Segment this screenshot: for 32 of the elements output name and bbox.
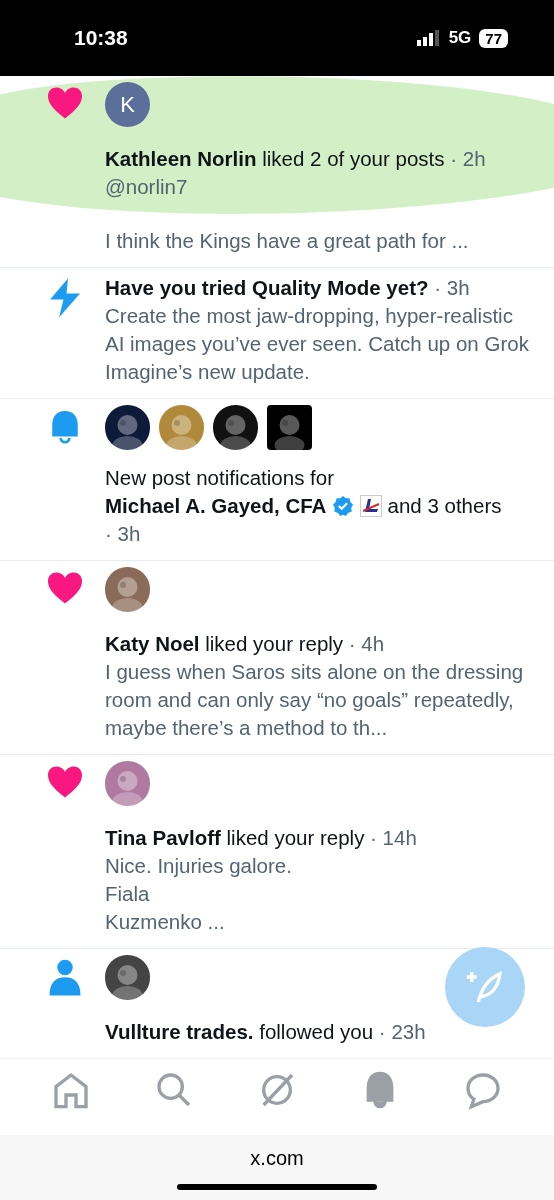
badge-icon	[359, 495, 382, 517]
url-text[interactable]: x.com	[250, 1147, 304, 1170]
timestamp: · 3h	[105, 522, 141, 545]
timestamp: · 4h	[348, 632, 385, 655]
signal-icon	[416, 30, 441, 46]
post-preview: Create the most jaw-dropping, hyper-realistic AI images you’ve ever seen. Catch up on Grok Imagine’s new update.	[105, 303, 530, 385]
notification-text: Tina Pavloff liked your reply	[105, 826, 365, 849]
timestamp: · 3h	[434, 276, 470, 299]
post-preview: Kuzmenko ...	[105, 909, 226, 935]
heart-icon	[46, 765, 84, 799]
timestamp: · 14h	[370, 826, 417, 849]
post-preview: I guess when Saros sits alone on the dressing room and can only say “no goals” repeatedly, maybe there’s a method to th...	[105, 659, 525, 741]
notification-text: Kathleen Norlin liked 2 of your posts	[105, 147, 445, 170]
user-name[interactable]: Michael A. Gayed, CFA	[105, 494, 327, 517]
post-preview: Nice. Injuries galore.	[105, 853, 293, 879]
clock: 10:38	[74, 26, 128, 50]
notification-text: Vullture trades. followed you	[105, 1020, 374, 1043]
post-preview: Fiala	[105, 881, 151, 907]
person-icon	[48, 959, 82, 997]
post-preview: I think the Kings have a great path for ...	[105, 228, 470, 254]
others-text: and 3 others	[387, 494, 502, 517]
heart-icon	[46, 86, 84, 120]
avatar[interactable]: K	[105, 82, 150, 127]
notification-text: New post notifications for	[105, 465, 336, 491]
timestamp: · 23h	[378, 1020, 426, 1043]
battery-level: 77	[479, 28, 508, 48]
network-label: 5G	[448, 28, 472, 48]
notification-text: Katy Noel liked your reply	[105, 632, 344, 655]
user-handle[interactable]: @norlin7	[105, 173, 532, 201]
heart-icon	[46, 571, 84, 605]
timestamp: · 2h	[450, 147, 486, 170]
notification-title: Have you tried Quality Mode yet?	[105, 276, 429, 299]
